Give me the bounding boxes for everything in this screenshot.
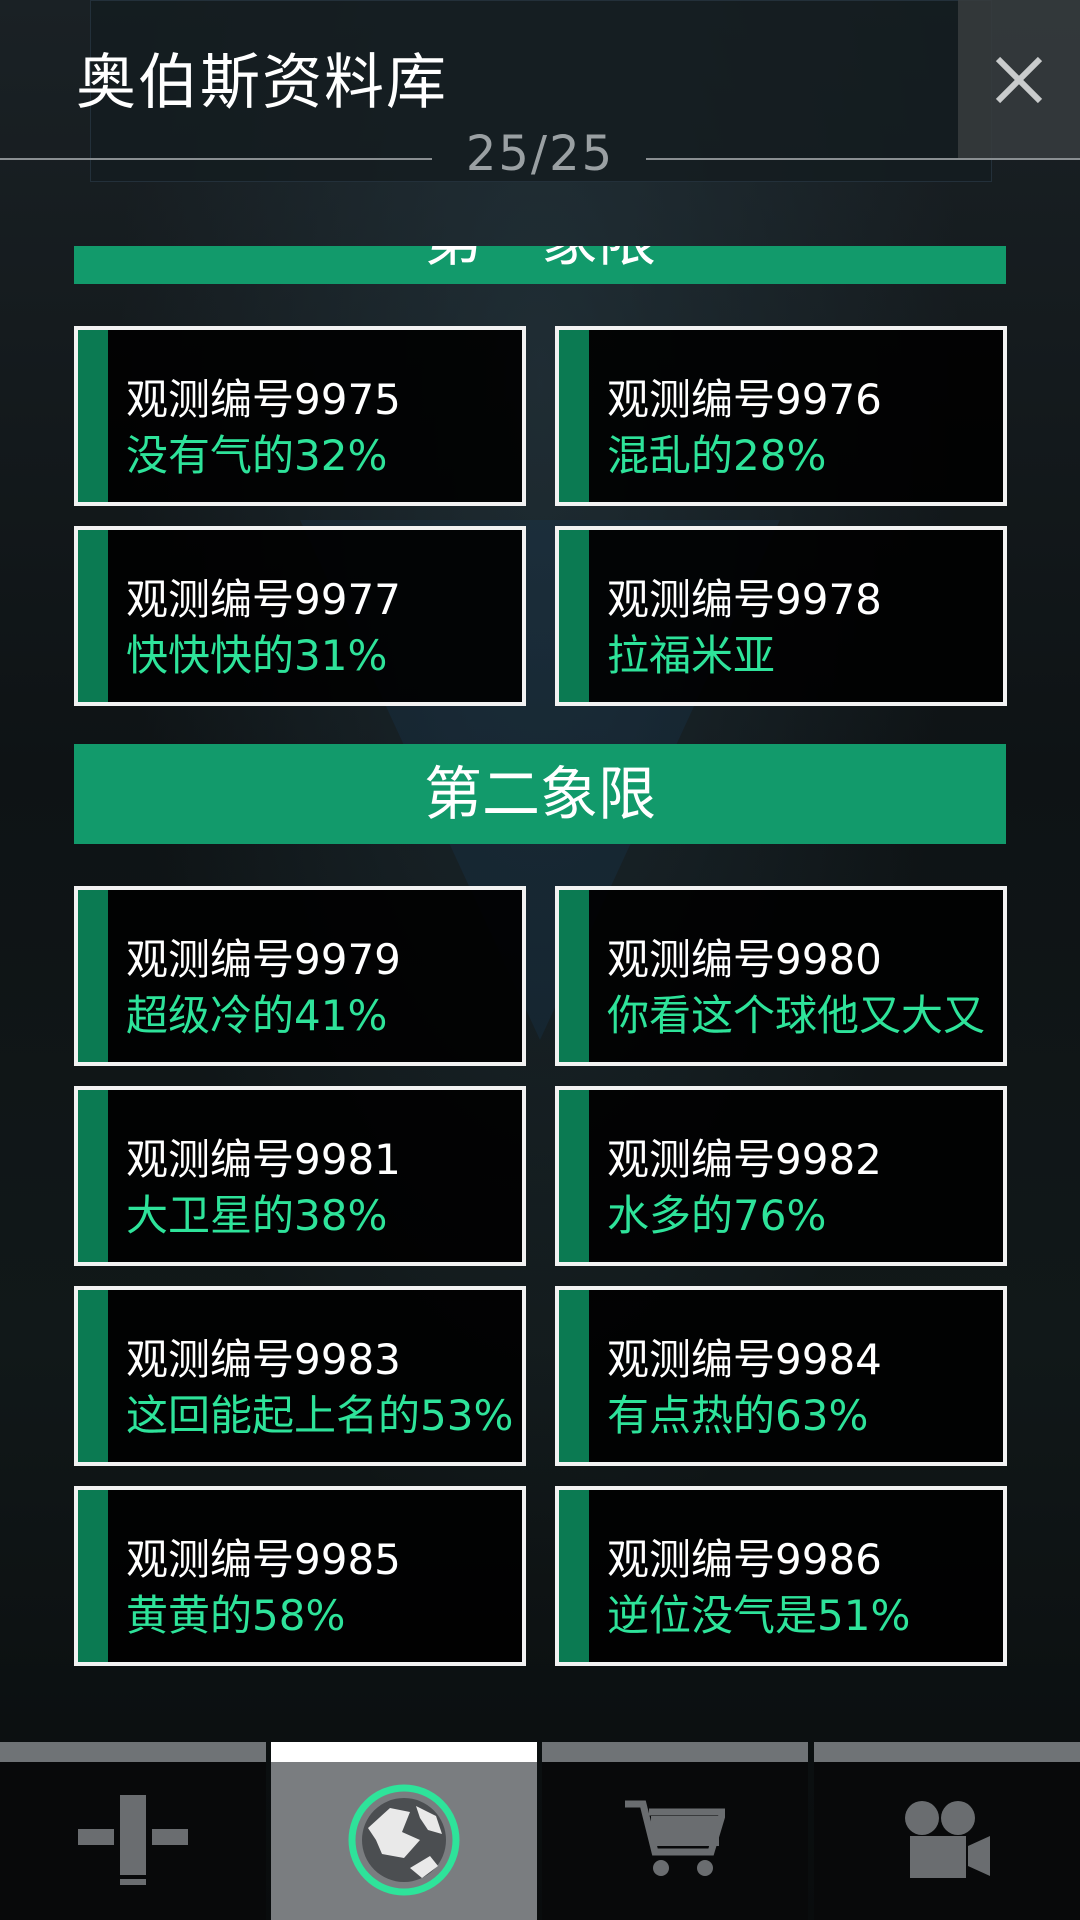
entry-card[interactable]: 观测编号9985 黄黄的58%	[74, 1486, 526, 1666]
entry-card[interactable]: 观测编号9983 这回能起上名的53%	[74, 1286, 526, 1466]
tab-indicator	[271, 1742, 537, 1762]
card-stripe	[78, 1290, 108, 1462]
observation-id: 观测编号9975	[126, 375, 401, 424]
entries-list[interactable]: 第一象限 观测编号9975 没有气的32% 观测编号9976 混乱的28% 观测…	[0, 246, 1080, 1740]
observation-id: 观测编号9982	[607, 1135, 882, 1184]
header: 奥伯斯资料库 25/25	[0, 0, 1080, 182]
observation-id: 观测编号9978	[607, 575, 882, 624]
page-title: 奥伯斯资料库	[76, 48, 448, 118]
tab-videos[interactable]	[814, 1742, 1080, 1920]
card-stripe	[78, 890, 108, 1062]
video-camera-icon	[905, 1801, 990, 1878]
cart-icon	[625, 1800, 725, 1876]
section-title: 第一象限	[424, 246, 656, 274]
card-stripe	[559, 1290, 589, 1462]
entry-card[interactable]: 观测编号9981 大卫星的38%	[74, 1086, 526, 1266]
card-stripe	[78, 1490, 108, 1662]
entry-card[interactable]: 观测编号9976 混乱的28%	[555, 326, 1007, 506]
entry-card[interactable]: 观测编号9982 水多的76%	[555, 1086, 1007, 1266]
entry-card[interactable]: 观测编号9979 超级冷的41%	[74, 886, 526, 1066]
tab-shop[interactable]	[542, 1742, 808, 1920]
tab-indicator	[814, 1742, 1080, 1762]
tab-planet[interactable]	[271, 1742, 537, 1920]
observation-desc: 水多的76%	[607, 1191, 827, 1240]
observation-desc: 超级冷的41%	[126, 991, 388, 1040]
entry-card[interactable]: 观测编号9978 拉福米亚	[555, 526, 1007, 706]
observation-id: 观测编号9985	[126, 1535, 401, 1584]
entry-card[interactable]: 观测编号9977 快快快的31%	[74, 526, 526, 706]
card-stripe	[78, 530, 108, 702]
card-stripe	[78, 330, 108, 502]
observation-id: 观测编号9986	[607, 1535, 882, 1584]
observation-id: 观测编号9980	[607, 935, 882, 984]
entry-card[interactable]: 观测编号9980 你看这个球他又大又	[555, 886, 1007, 1066]
card-stripe	[559, 890, 589, 1062]
observation-desc: 大卫星的38%	[126, 1191, 388, 1240]
entry-card[interactable]: 观测编号9984 有点热的63%	[555, 1286, 1007, 1466]
observation-id: 观测编号9976	[607, 375, 882, 424]
entry-card[interactable]: 观测编号9986 逆位没气是51%	[555, 1486, 1007, 1666]
observation-desc: 黄黄的58%	[126, 1591, 346, 1640]
tab-indicator	[0, 1742, 266, 1762]
planet-icon	[348, 1784, 460, 1896]
section-header-quadrant-2: 第二象限	[74, 744, 1006, 844]
observation-desc: 快快快的31%	[126, 631, 388, 680]
card-stripe	[559, 1090, 589, 1262]
observation-id: 观测编号9979	[126, 935, 401, 984]
tab-indicator	[542, 1742, 808, 1762]
card-stripe	[559, 1490, 589, 1662]
observation-desc: 逆位没气是51%	[607, 1591, 911, 1640]
observation-id: 观测编号9977	[126, 575, 401, 624]
observation-desc: 这回能起上名的53%	[126, 1391, 514, 1440]
observation-id: 观测编号9983	[126, 1335, 401, 1384]
dashboard-icon	[78, 1795, 188, 1885]
observation-desc: 拉福米亚	[607, 631, 776, 680]
page-counter: 25/25	[465, 126, 615, 182]
observation-desc: 混乱的28%	[607, 431, 827, 480]
observation-id: 观测编号9981	[126, 1135, 401, 1184]
bottom-nav	[0, 1742, 1080, 1920]
observation-desc: 没有气的32%	[126, 431, 388, 480]
card-stripe	[559, 330, 589, 502]
card-stripe	[559, 530, 589, 702]
card-stripe	[78, 1090, 108, 1262]
observation-desc: 你看这个球他又大又	[607, 991, 986, 1040]
tab-dashboard[interactable]	[0, 1742, 266, 1920]
observation-desc: 有点热的63%	[607, 1391, 869, 1440]
section-header-quadrant-1: 第一象限	[74, 246, 1006, 284]
entry-card[interactable]: 观测编号9975 没有气的32%	[74, 326, 526, 506]
close-icon	[995, 56, 1043, 104]
section-title: 第二象限	[423, 760, 656, 828]
observation-id: 观测编号9984	[607, 1335, 882, 1384]
